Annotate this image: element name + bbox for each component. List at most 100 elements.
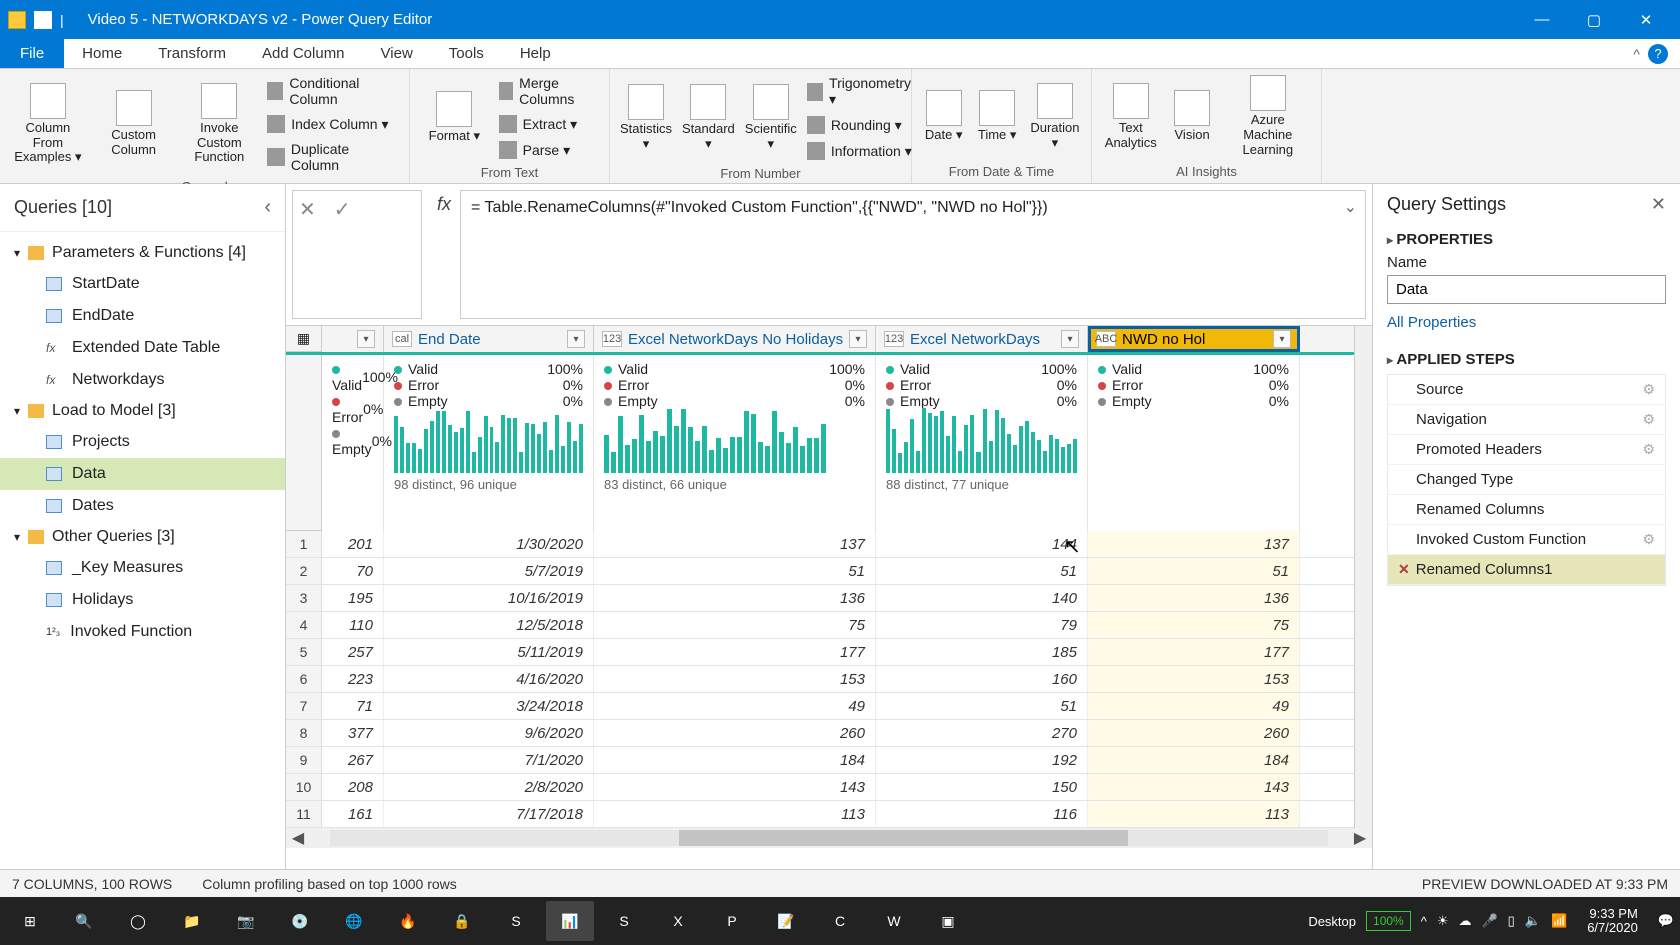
column-from-examples-button[interactable]: Column From Examples ▾: [10, 83, 86, 166]
column-filter-icon[interactable]: ▾: [357, 330, 375, 348]
word-icon[interactable]: W: [870, 901, 918, 941]
table-cell[interactable]: 377: [322, 720, 384, 746]
column-filter-icon[interactable]: ▾: [567, 330, 585, 348]
vision-button[interactable]: Vision: [1170, 90, 1215, 143]
table-cell[interactable]: 79: [876, 612, 1088, 638]
table-cell[interactable]: 110: [322, 612, 384, 638]
formula-expand-icon[interactable]: ⌄: [1344, 197, 1357, 217]
query-item[interactable]: Holidays: [0, 584, 285, 616]
column-header[interactable]: 123Excel NetworkDays▾: [876, 326, 1088, 352]
disc-icon[interactable]: 💿: [276, 901, 324, 941]
table-cell[interactable]: 185: [876, 639, 1088, 665]
corner-cell[interactable]: ▦: [286, 326, 322, 352]
table-row[interactable]: 2705/7/2019515151: [286, 558, 1354, 585]
query-item[interactable]: 1²₃Invoked Function: [0, 616, 285, 648]
task-view-icon[interactable]: ◯: [114, 901, 162, 941]
dragon-icon[interactable]: 🔥: [384, 901, 432, 941]
gear-icon[interactable]: ⚙: [1642, 381, 1655, 398]
table-cell[interactable]: 5/11/2019: [384, 639, 594, 665]
information-button[interactable]: Information ▾: [807, 140, 913, 162]
formula-cancel-icon[interactable]: ✕: [299, 197, 316, 222]
table-cell[interactable]: 75: [594, 612, 876, 638]
applied-step[interactable]: Renamed Columns: [1388, 495, 1665, 525]
table-cell[interactable]: 3/24/2018: [384, 693, 594, 719]
fx-icon[interactable]: fx: [428, 184, 460, 325]
gear-icon[interactable]: ⚙: [1642, 531, 1655, 548]
desktop-label[interactable]: Desktop: [1308, 914, 1356, 929]
table-cell[interactable]: 153: [594, 666, 876, 692]
column-filter-icon[interactable]: ▾: [849, 330, 867, 348]
table-cell[interactable]: 260: [594, 720, 876, 746]
applied-step[interactable]: Promoted Headers⚙: [1388, 435, 1665, 465]
scroll-left-icon[interactable]: ◀: [286, 828, 310, 848]
table-cell[interactable]: 136: [1088, 585, 1300, 611]
gear-icon[interactable]: ⚙: [1642, 411, 1655, 428]
table-row[interactable]: 92677/1/2020184192184: [286, 747, 1354, 774]
usb-icon[interactable]: ▯: [1508, 913, 1515, 929]
applied-step[interactable]: Changed Type: [1388, 465, 1665, 495]
table-cell[interactable]: 4/16/2020: [384, 666, 594, 692]
duration-button[interactable]: Duration ▾: [1029, 83, 1081, 151]
powerbi-taskbar-icon[interactable]: 📊: [546, 901, 594, 941]
tab-view[interactable]: View: [363, 39, 431, 68]
notifications-icon[interactable]: 💬: [1658, 913, 1674, 929]
table-row[interactable]: 83779/6/2020260270260: [286, 720, 1354, 747]
query-item[interactable]: fxNetworkdays: [0, 364, 285, 396]
help-icon[interactable]: ?: [1648, 44, 1668, 64]
settings-close-icon[interactable]: ✕: [1651, 194, 1666, 215]
delete-step-icon[interactable]: ✕: [1398, 561, 1410, 578]
invoke-custom-function-button[interactable]: Invoke Custom Function: [181, 83, 257, 166]
table-cell[interactable]: 5/7/2019: [384, 558, 594, 584]
table-cell[interactable]: 192: [876, 747, 1088, 773]
column-header[interactable]: 123Excel NetworkDays No Holidays▾: [594, 326, 876, 352]
query-item[interactable]: Projects: [0, 426, 285, 458]
table-cell[interactable]: 267: [322, 747, 384, 773]
table-row[interactable]: 411012/5/2018757975: [286, 612, 1354, 639]
formula-input[interactable]: = Table.RenameColumns(#"Invoked Custom F…: [460, 190, 1366, 319]
query-item[interactable]: Dates: [0, 490, 285, 522]
weather-icon[interactable]: ☀: [1437, 913, 1449, 929]
trigonometry-button[interactable]: Trigonometry ▾: [807, 73, 913, 110]
table-cell[interactable]: 2/8/2020: [384, 774, 594, 800]
table-cell[interactable]: 223: [322, 666, 384, 692]
scroll-right-icon[interactable]: ▶: [1348, 828, 1372, 848]
date-button[interactable]: Date ▾: [922, 90, 965, 143]
table-cell[interactable]: 137: [594, 531, 876, 557]
maximize-button[interactable]: ▢: [1568, 0, 1620, 39]
table-cell[interactable]: 75: [1088, 612, 1300, 638]
column-filter-icon[interactable]: ▾: [1273, 330, 1291, 348]
table-row[interactable]: 12011/30/2020137144137: [286, 531, 1354, 558]
merge-columns-button[interactable]: Merge Columns: [499, 73, 599, 109]
chrome-icon[interactable]: 🌐: [330, 901, 378, 941]
column-filter-icon[interactable]: ▾: [1061, 330, 1079, 348]
ribbon-collapse-icon[interactable]: ^: [1633, 46, 1640, 62]
conditional-column-button[interactable]: Conditional Column: [267, 73, 399, 109]
camtasia-icon[interactable]: C: [816, 901, 864, 941]
query-name-input[interactable]: [1387, 275, 1666, 304]
table-cell[interactable]: 208: [322, 774, 384, 800]
table-row[interactable]: 102082/8/2020143150143: [286, 774, 1354, 801]
queries-collapse-icon[interactable]: ‹: [264, 196, 271, 219]
table-cell[interactable]: 10/16/2019: [384, 585, 594, 611]
table-cell[interactable]: 160: [876, 666, 1088, 692]
column-header[interactable]: calEnd Date▾: [384, 326, 594, 352]
volume-icon[interactable]: 🔈: [1525, 913, 1541, 929]
tab-help[interactable]: Help: [502, 39, 569, 68]
table-cell[interactable]: 184: [1088, 747, 1300, 773]
clock[interactable]: 9:33 PM 6/7/2020: [1577, 907, 1648, 936]
skype-icon[interactable]: S: [492, 901, 540, 941]
applied-step[interactable]: Navigation⚙: [1388, 405, 1665, 435]
table-cell[interactable]: 51: [876, 693, 1088, 719]
table-cell[interactable]: 270: [876, 720, 1088, 746]
table-cell[interactable]: 137: [1088, 531, 1300, 557]
statistics-button[interactable]: Statistics ▾: [620, 84, 672, 152]
query-item[interactable]: EndDate: [0, 300, 285, 332]
explorer-icon[interactable]: 📁: [168, 901, 216, 941]
scrollbar-thumb[interactable]: [679, 830, 1128, 846]
table-cell[interactable]: 1/30/2020: [384, 531, 594, 557]
index-column-button[interactable]: Index Column ▾: [267, 113, 399, 135]
table-cell[interactable]: 144: [876, 531, 1088, 557]
applied-step[interactable]: ✕Renamed Columns1: [1388, 555, 1665, 585]
column-header[interactable]: ABCNWD no Hol▾: [1088, 326, 1300, 352]
applied-step[interactable]: Invoked Custom Function⚙: [1388, 525, 1665, 555]
